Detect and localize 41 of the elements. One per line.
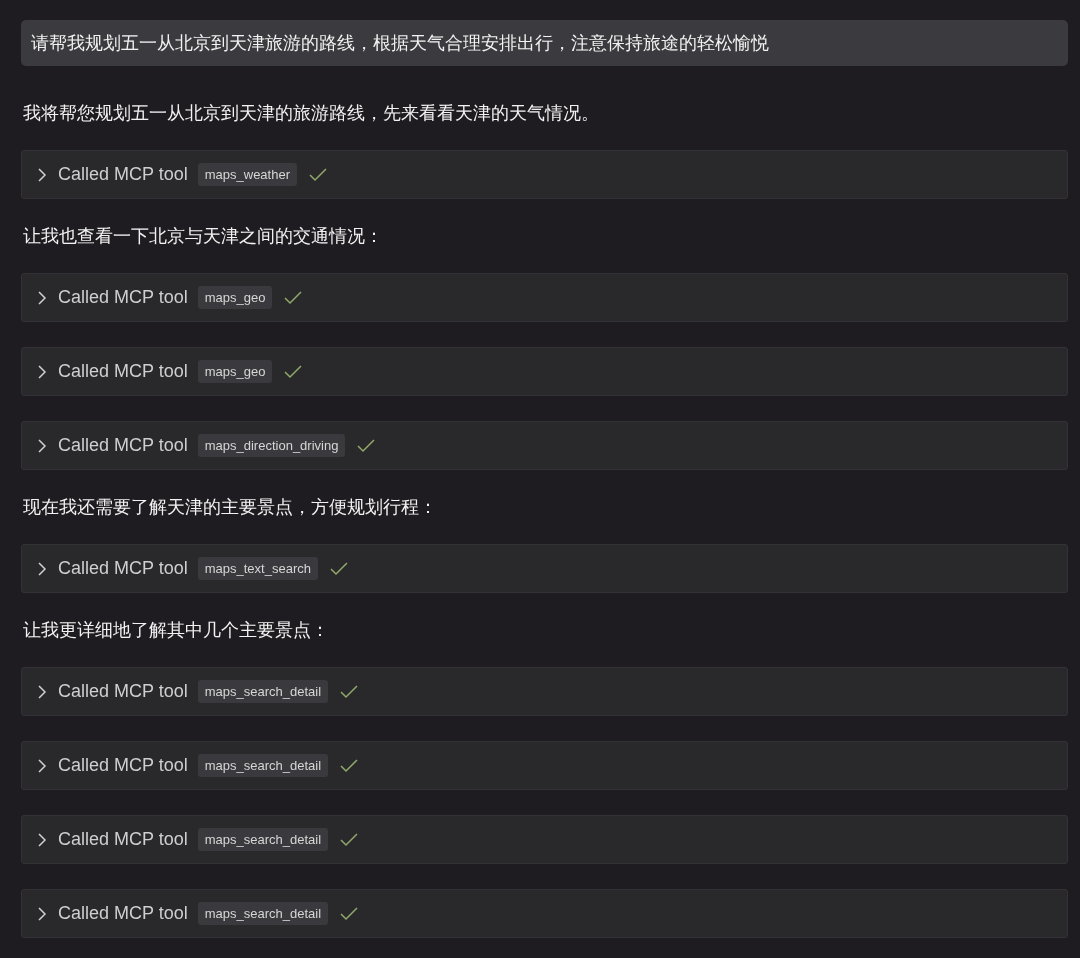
chevron-right-icon [36,757,48,774]
tool-name-tag: maps_search_detail [197,902,329,925]
chevron-right-icon [36,905,48,922]
tool-call-label: Called MCP tool [58,435,188,456]
tool-name-tag: maps_text_search [197,557,318,580]
message-text: 我将帮您规划五一从北京到天津的旅游路线，先来看看天津的天气情况。 [23,103,599,123]
message-text: 让我也查看一下北京与天津之间的交通情况： [23,226,383,246]
message-text: 现在我还需要了解天津的主要景点，方便规划行程： [23,497,437,517]
tool-call-row[interactable]: Called MCP tool maps_search_detail [21,889,1068,938]
tool-call-label: Called MCP tool [58,361,188,382]
chevron-right-icon [36,560,48,577]
tool-call-row[interactable]: Called MCP tool maps_search_detail [21,667,1068,716]
chevron-right-icon [36,437,48,454]
prompt-box: 请帮我规划五一从北京到天津旅游的路线，根据天气合理安排出行，注意保持旅途的轻松愉悦 [21,20,1068,66]
tool-call-row[interactable]: Called MCP tool maps_direction_driving [21,421,1068,470]
chevron-right-icon [36,683,48,700]
tool-call-row[interactable]: Called MCP tool maps_search_detail [21,815,1068,864]
tool-name-tag: maps_search_detail [197,828,329,851]
tool-call-label: Called MCP tool [58,681,188,702]
tool-call-label: Called MCP tool [58,287,188,308]
tool-name-tag: maps_geo [197,360,273,383]
tool-name-tag: maps_direction_driving [197,434,346,457]
tool-call-label: Called MCP tool [58,903,188,924]
tool-call-label: Called MCP tool [58,558,188,579]
chevron-right-icon [36,831,48,848]
tool-call-label: Called MCP tool [58,829,188,850]
tool-call-row[interactable]: Called MCP tool maps_geo [21,347,1068,396]
tool-name-tag: maps_weather [197,163,297,186]
tool-call-label: Called MCP tool [58,164,188,185]
tool-name-tag: maps_search_detail [197,754,329,777]
chevron-right-icon [36,289,48,306]
tool-call-row[interactable]: Called MCP tool maps_search_detail [21,741,1068,790]
tool-call-label: Called MCP tool [58,755,188,776]
chevron-right-icon [36,363,48,380]
message-text: 让我更详细地了解其中几个主要景点： [23,620,329,640]
tool-name-tag: maps_geo [197,286,273,309]
tool-name-tag: maps_search_detail [197,680,329,703]
tool-call-row[interactable]: Called MCP tool maps_text_search [21,544,1068,593]
tool-call-row[interactable]: Called MCP tool maps_geo [21,273,1068,322]
tool-call-row[interactable]: Called MCP tool maps_weather [21,150,1068,199]
chevron-right-icon [36,166,48,183]
